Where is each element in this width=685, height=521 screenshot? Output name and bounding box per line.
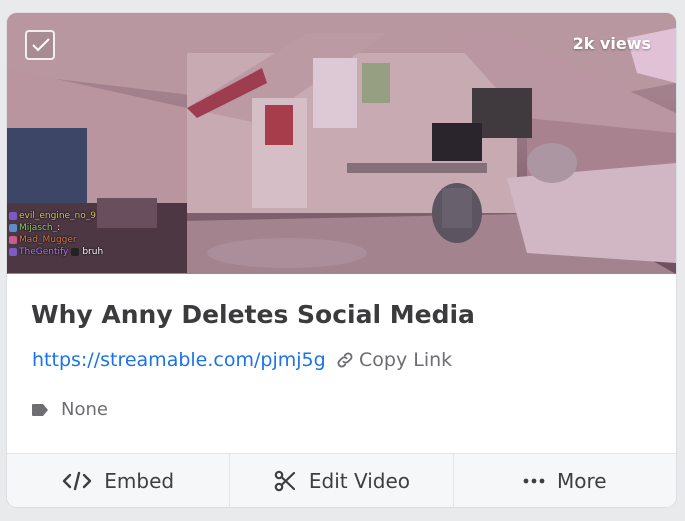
chat-username: Mijasch_: [19, 223, 58, 233]
copy-link-button[interactable]: Copy Link: [335, 349, 452, 371]
chat-line: TheGentify bruh: [9, 246, 117, 258]
tag-icon: [32, 403, 48, 416]
embed-label: Embed: [104, 469, 175, 493]
edit-video-label: Edit Video: [308, 469, 411, 493]
stream-chat-overlay: evil_engine_no_9 Mijasch_ : Mad_Mugger T…: [9, 210, 117, 258]
copy-link-label: Copy Link: [359, 349, 453, 371]
checkmark-icon: [32, 38, 50, 52]
chat-line: Mad_Mugger: [9, 234, 117, 246]
video-card: 2k views evil_engine_no_9 Mijasch_ : Mad…: [7, 13, 676, 507]
view-count: 2k views: [572, 34, 651, 53]
scissors-icon: [274, 470, 296, 492]
chat-line: evil_engine_no_9: [9, 210, 117, 222]
tag-row[interactable]: None: [31, 399, 108, 420]
chat-text: :: [57, 223, 61, 233]
emote-icon: [71, 248, 80, 256]
code-icon: [63, 471, 92, 491]
video-url-link[interactable]: https://streamable.com/pjmj5g: [32, 349, 326, 371]
more-dots-icon: [523, 478, 545, 484]
embed-button[interactable]: Embed: [7, 454, 229, 507]
more-label: More: [557, 469, 607, 493]
card-actions: Embed Edit Video More: [7, 453, 676, 507]
edit-video-button[interactable]: Edit Video: [229, 454, 452, 507]
chat-username: TheGentify: [19, 247, 69, 257]
more-button[interactable]: More: [452, 454, 676, 507]
select-checkbox[interactable]: [25, 30, 55, 60]
chat-username: evil_engine_no_9: [19, 211, 96, 221]
video-title[interactable]: Why Anny Deletes Social Media: [31, 300, 475, 329]
tag-label: None: [61, 399, 108, 420]
video-thumbnail[interactable]: 2k views evil_engine_no_9 Mijasch_ : Mad…: [7, 13, 676, 274]
link-icon: [337, 352, 353, 368]
chat-line: Mijasch_ :: [9, 222, 117, 234]
chat-text: bruh: [82, 247, 104, 257]
chat-username: Mad_Mugger: [19, 235, 77, 245]
